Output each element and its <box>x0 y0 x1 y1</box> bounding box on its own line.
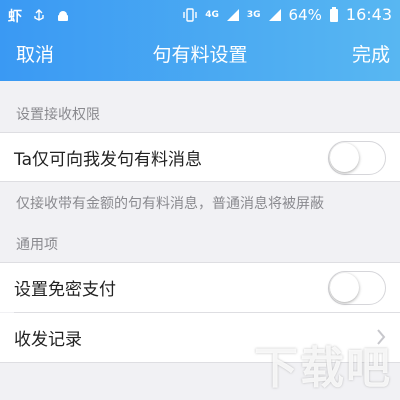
battery-percent: 64% <box>288 5 322 24</box>
signal-bars-icon <box>226 8 240 22</box>
android-icon <box>56 9 70 23</box>
password-free-pay-row[interactable]: 设置免密支付 <box>0 262 400 312</box>
section-receive-label: 设置接收权限 <box>16 107 100 123</box>
usb-icon <box>32 9 46 23</box>
status-right: 4G 3G 64% 16:43 <box>182 5 392 24</box>
done-button[interactable]: 完成 <box>352 40 390 67</box>
toggle-knob <box>330 143 359 172</box>
status-left: 虾 <box>8 6 70 26</box>
signal-bars-icon-2 <box>268 8 282 22</box>
watermark: 下载吧 <box>254 343 392 394</box>
toggle-knob <box>330 273 359 302</box>
app-header: 虾 4G 3G 64% 16:43 句有料设置 取消 完成 <box>0 0 400 81</box>
nav-bar: 句有料设置 取消 完成 <box>0 28 400 81</box>
clock: 16:43 <box>345 5 392 24</box>
cancel-button[interactable]: 取消 <box>16 40 54 67</box>
signal-3g-label: 3G <box>246 9 261 20</box>
password-free-pay-label: 设置免密支付 <box>14 280 116 300</box>
vibrate-icon <box>182 7 198 22</box>
receive-permission-label: Ta仅可向我发句有料消息 <box>14 149 202 170</box>
receive-permission-row[interactable]: Ta仅可向我发句有料消息 <box>0 132 400 182</box>
receive-permission-toggle[interactable] <box>328 141 386 175</box>
section-general-label: 通用项 <box>16 237 58 253</box>
app-notification-icon: 虾 <box>8 9 22 25</box>
records-label: 收发记录 <box>14 330 82 350</box>
page-title: 句有料设置 <box>152 44 248 66</box>
receive-hint-text: 仅接收带有金额的句有料消息，普通消息将被屏蔽 <box>16 196 324 212</box>
status-bar: 虾 4G 3G 64% 16:43 <box>0 0 400 28</box>
battery-icon <box>329 6 339 23</box>
password-free-pay-toggle[interactable] <box>328 271 386 305</box>
signal-4g-label: 4G <box>205 9 219 20</box>
